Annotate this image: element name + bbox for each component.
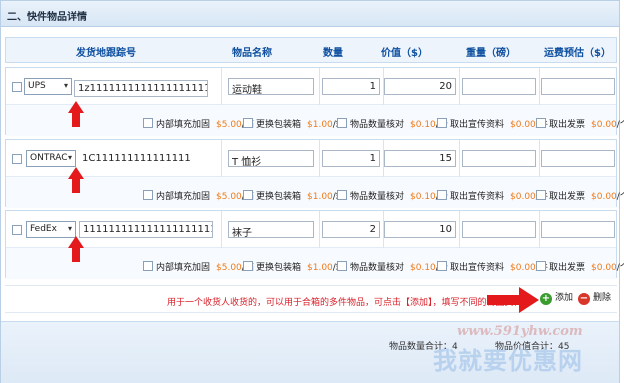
- option-checkbox[interactable]: [437, 190, 447, 200]
- option-remove-flyers[interactable]: 取出宣传资料$0.00/件: [437, 189, 548, 202]
- item-select-checkbox[interactable]: [12, 82, 22, 92]
- section-title: 二、快件物品详情: [7, 12, 87, 23]
- section-header: 二、快件物品详情: [1, 1, 619, 27]
- column-header-row: 发货地跟踪号 物品名称 数量 价值（$） 重量（磅） 运费预估（$）: [5, 37, 617, 63]
- option-replace-box[interactable]: 更换包装箱$1.00/箱: [243, 117, 345, 130]
- option-checkbox[interactable]: [143, 118, 153, 128]
- option-checkbox[interactable]: [536, 118, 546, 128]
- quantity-input[interactable]: 1: [322, 78, 380, 95]
- tracking-number-input[interactable]: 1z11111111111111111111111: [74, 80, 208, 97]
- column-header-item-name: 物品名称: [232, 48, 272, 59]
- value-input[interactable]: 20: [384, 78, 456, 95]
- plus-icon: +: [540, 293, 552, 305]
- carrier-select[interactable]: UPS ▾: [24, 78, 72, 95]
- tracking-number-input[interactable]: 1111111111111111111111111: [79, 221, 213, 238]
- weight-input[interactable]: [462, 150, 536, 167]
- arrow-right-icon: [487, 287, 539, 313]
- item-row: UPS ▾ 1z11111111111111111111111 运动鞋 1 20…: [5, 67, 624, 136]
- chevron-down-icon: ▾: [67, 224, 72, 233]
- option-quantity-check[interactable]: 物品数量核对$0.10/个: [337, 189, 448, 202]
- item-name-input[interactable]: 运动鞋: [228, 78, 314, 95]
- option-remove-flyers[interactable]: 取出宣传资料$0.00/件: [437, 260, 548, 273]
- option-checkbox[interactable]: [337, 118, 347, 128]
- chevron-down-icon: ▾: [67, 153, 72, 162]
- option-checkbox[interactable]: [243, 118, 253, 128]
- column-header-value: 价值（$）: [381, 48, 428, 59]
- option-inner-padding[interactable]: 内部填充加固$5.00/箱: [143, 117, 254, 130]
- option-checkbox[interactable]: [437, 261, 447, 271]
- weight-input[interactable]: [462, 78, 536, 95]
- item-select-checkbox[interactable]: [12, 154, 22, 164]
- option-remove-invoice[interactable]: 取出发票$0.00/个: [536, 189, 624, 202]
- item-row: FedEx ▾ 1111111111111111111111111 袜子 2 1…: [5, 210, 624, 279]
- freight-estimate-input[interactable]: [541, 150, 615, 167]
- freight-estimate-input[interactable]: [541, 221, 615, 238]
- option-replace-box[interactable]: 更换包装箱$1.00/箱: [243, 260, 345, 273]
- arrow-up-icon: [68, 101, 84, 127]
- hint-text: 用于一个收货人收货的，可以用于合箱的多件物品，可点击【添加】，填写不同的物品资料: [167, 298, 523, 308]
- option-checkbox[interactable]: [337, 261, 347, 271]
- watermark-text: 我就要优惠网: [433, 347, 583, 375]
- shipment-details-panel: 二、快件物品详情 发货地跟踪号 物品名称 数量 价值（$） 重量（磅） 运费预估…: [0, 0, 624, 383]
- option-checkbox[interactable]: [536, 261, 546, 271]
- delete-button[interactable]: − 删除: [577, 292, 615, 307]
- option-remove-invoice[interactable]: 取出发票$0.00/个: [536, 117, 624, 130]
- quantity-input[interactable]: 1: [322, 150, 380, 167]
- option-checkbox[interactable]: [337, 190, 347, 200]
- option-quantity-check[interactable]: 物品数量核对$0.10/个: [337, 117, 448, 130]
- option-checkbox[interactable]: [143, 261, 153, 271]
- option-checkbox[interactable]: [143, 190, 153, 200]
- option-remove-flyers[interactable]: 取出宣传资料$0.00/件: [437, 117, 548, 130]
- column-header-tracking: 发货地跟踪号: [76, 48, 136, 59]
- watermark-url: www.591yhw.com: [457, 324, 583, 339]
- freight-estimate-input[interactable]: [541, 78, 615, 95]
- option-checkbox[interactable]: [437, 118, 447, 128]
- tracking-number-input[interactable]: 1C111111111111111: [78, 150, 208, 167]
- option-inner-padding[interactable]: 内部填充加固$5.00/箱: [143, 260, 254, 273]
- value-input[interactable]: 15: [384, 150, 456, 167]
- item-name-input[interactable]: 袜子: [228, 221, 314, 238]
- carrier-select[interactable]: ONTRAC ▾: [26, 150, 76, 167]
- option-quantity-check[interactable]: 物品数量核对$0.10/个: [337, 260, 448, 273]
- weight-input[interactable]: [462, 221, 536, 238]
- item-row: ONTRAC ▾ 1C111111111111111 T 恤衫 1 15 内部填…: [5, 139, 624, 208]
- option-checkbox[interactable]: [243, 190, 253, 200]
- option-remove-invoice[interactable]: 取出发票$0.00/个: [536, 260, 624, 273]
- option-checkbox[interactable]: [243, 261, 253, 271]
- add-button[interactable]: + 添加: [539, 292, 575, 307]
- item-name-input[interactable]: T 恤衫: [228, 150, 314, 167]
- column-header-weight: 重量（磅）: [466, 48, 516, 59]
- arrow-up-icon: [68, 167, 84, 193]
- value-input[interactable]: 10: [384, 221, 456, 238]
- minus-icon: −: [578, 293, 590, 305]
- arrow-up-icon: [68, 236, 84, 262]
- option-replace-box[interactable]: 更换包装箱$1.00/箱: [243, 189, 345, 202]
- option-checkbox[interactable]: [536, 190, 546, 200]
- column-header-quantity: 数量: [323, 48, 343, 59]
- item-select-checkbox[interactable]: [12, 225, 22, 235]
- chevron-down-icon: ▾: [63, 81, 68, 90]
- column-header-freight: 运费预估（$）: [544, 48, 611, 59]
- quantity-input[interactable]: 2: [322, 221, 380, 238]
- option-inner-padding[interactable]: 内部填充加固$5.00/箱: [143, 189, 254, 202]
